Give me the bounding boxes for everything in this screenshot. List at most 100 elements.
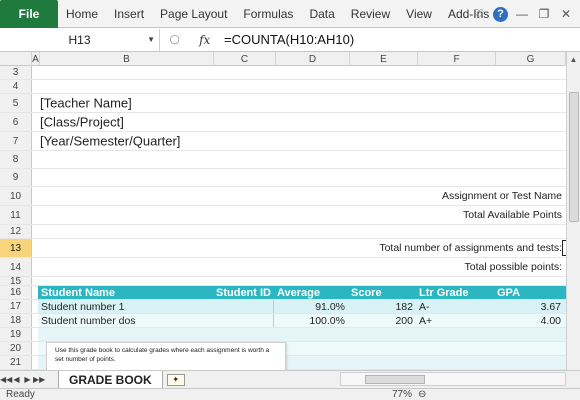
tab-insert[interactable]: Insert bbox=[106, 0, 152, 28]
column-header-b[interactable]: B bbox=[40, 52, 214, 66]
average-cell[interactable]: 91.0% bbox=[274, 300, 348, 313]
letter-grade-cell[interactable]: A- bbox=[416, 300, 494, 313]
scroll-thumb[interactable] bbox=[365, 375, 425, 384]
tab-review[interactable]: Review bbox=[343, 0, 398, 28]
row-header[interactable]: 6 bbox=[0, 113, 32, 131]
tab-view[interactable]: View bbox=[398, 0, 440, 28]
row-header[interactable]: 19 bbox=[0, 328, 32, 341]
prev-sheet-icon[interactable]: ◀ bbox=[11, 375, 22, 384]
close-icon[interactable]: ✕ bbox=[558, 6, 574, 22]
score-cell[interactable]: 182 bbox=[348, 300, 416, 313]
row-header[interactable]: 11 bbox=[0, 206, 32, 224]
column-header-g[interactable]: G bbox=[496, 52, 566, 66]
header-student-id[interactable]: Student ID bbox=[212, 286, 274, 299]
row-header[interactable]: 7 bbox=[0, 132, 32, 150]
gpa-cell[interactable]: 3.67 bbox=[494, 300, 564, 313]
grid-cells[interactable]: Student number 1 91.0% 182 A- 3.67 bbox=[32, 300, 566, 313]
file-tab[interactable]: File bbox=[0, 0, 58, 28]
zoom-level[interactable]: 77% bbox=[392, 389, 412, 400]
row-header[interactable]: 18 bbox=[0, 314, 32, 327]
grid-cells[interactable] bbox=[32, 225, 566, 238]
grid-cells[interactable]: Total Available Points bbox=[32, 206, 566, 224]
row-header[interactable]: 3 bbox=[0, 66, 32, 79]
teacher-name[interactable]: [Teacher Name] bbox=[40, 96, 132, 111]
column-header-d[interactable]: D bbox=[276, 52, 350, 66]
score-cell[interactable]: 200 bbox=[348, 314, 416, 327]
tab-page-layout[interactable]: Page Layout bbox=[152, 0, 235, 28]
row-header[interactable]: 20 bbox=[0, 342, 32, 355]
zoom-out-icon[interactable]: ⊖ bbox=[418, 389, 426, 400]
student-name-cell[interactable]: Student number dos bbox=[38, 314, 212, 327]
name-box[interactable]: H13 ▼ bbox=[0, 28, 160, 51]
grid-row: 3 bbox=[0, 66, 566, 80]
restore-icon[interactable]: ❐ bbox=[536, 6, 552, 22]
grid-cells[interactable]: Total number of assignments and tests: bbox=[32, 239, 566, 257]
tab-formulas[interactable]: Formulas bbox=[235, 0, 301, 28]
select-all-corner[interactable] bbox=[0, 52, 32, 66]
column-header-c[interactable]: C bbox=[214, 52, 276, 66]
header-average[interactable]: Average bbox=[274, 286, 348, 299]
row-header[interactable]: 16 bbox=[0, 286, 32, 299]
student-name-cell[interactable]: Student number 1 bbox=[38, 300, 212, 313]
row-header[interactable]: 12 bbox=[0, 225, 32, 238]
year-semester[interactable]: [Year/Semester/Quarter] bbox=[40, 134, 180, 149]
student-id-cell[interactable] bbox=[212, 314, 274, 327]
row-header[interactable]: 8 bbox=[0, 151, 32, 168]
row-header[interactable]: 17 bbox=[0, 300, 32, 313]
row-header[interactable]: 4 bbox=[0, 80, 32, 93]
help-icon[interactable]: ? bbox=[493, 6, 508, 22]
grid-cells[interactable] bbox=[32, 151, 566, 168]
student-id-cell[interactable] bbox=[212, 300, 274, 313]
scroll-thumb[interactable] bbox=[569, 92, 579, 222]
chevron-down-icon[interactable]: ▼ bbox=[147, 35, 155, 44]
header-ltr-grade[interactable]: Ltr Grade bbox=[416, 286, 494, 299]
grid-cells[interactable] bbox=[32, 66, 566, 79]
row-header[interactable]: 5 bbox=[0, 94, 32, 112]
chevron-down-icon[interactable]: ♡ bbox=[471, 6, 487, 22]
column-header-e[interactable]: E bbox=[350, 52, 418, 66]
grid-cells[interactable]: Student number dos 100.0% 200 A+ 4.00 bbox=[32, 314, 566, 327]
fx-icon[interactable]: fx bbox=[199, 33, 210, 47]
horizontal-scrollbar[interactable] bbox=[340, 372, 566, 386]
row-header[interactable]: 10 bbox=[0, 187, 32, 205]
grid-cells[interactable]: [Class/Project] bbox=[32, 113, 566, 131]
row-header[interactable]: 9 bbox=[0, 169, 32, 186]
grid-cells[interactable]: Assignment or Test Name bbox=[32, 187, 566, 205]
grid-cells[interactable]: [Teacher Name] bbox=[32, 94, 566, 112]
tab-data[interactable]: Data bbox=[301, 0, 342, 28]
last-sheet-icon[interactable]: ▶▶ bbox=[33, 375, 45, 384]
gpa-cell[interactable]: 4.00 bbox=[494, 314, 564, 327]
row-header[interactable]: 21 bbox=[0, 356, 32, 369]
row-header[interactable]: 14 bbox=[0, 258, 32, 276]
tab-home[interactable]: Home bbox=[58, 0, 106, 28]
sheet-tab-grade-book[interactable]: GRADE BOOK bbox=[58, 370, 163, 389]
instruction-note[interactable]: Use this grade book to calculate grades … bbox=[46, 342, 286, 372]
grid-cells[interactable]: Student Name Student ID Average Score Lt… bbox=[32, 286, 566, 299]
average-cell[interactable]: 100.0% bbox=[274, 314, 348, 327]
first-sheet-icon[interactable]: ◀◀ bbox=[0, 375, 12, 384]
minimize-icon[interactable]: — bbox=[514, 6, 530, 22]
grid-cells[interactable]: [Year/Semester/Quarter] bbox=[32, 132, 566, 150]
header-student-name[interactable]: Student Name bbox=[38, 286, 212, 299]
row-header[interactable]: 15 bbox=[0, 276, 32, 287]
column-header-a[interactable]: A bbox=[32, 52, 40, 66]
class-project[interactable]: [Class/Project] bbox=[40, 115, 124, 130]
grid-cells[interactable] bbox=[32, 277, 566, 285]
column-header-f[interactable]: F bbox=[418, 52, 496, 66]
vertical-scrollbar[interactable]: ▲ bbox=[566, 52, 580, 370]
header-gpa[interactable]: GPA bbox=[494, 286, 564, 299]
grid-cells[interactable] bbox=[32, 169, 566, 186]
grid-cells[interactable]: Total possible points: bbox=[32, 258, 566, 276]
expand-icon[interactable]: ◯ bbox=[170, 34, 180, 45]
row-header-selected[interactable]: 13 bbox=[0, 239, 32, 257]
grid-cells[interactable] bbox=[32, 80, 566, 93]
header-score[interactable]: Score bbox=[348, 286, 416, 299]
table-row bbox=[38, 328, 566, 341]
grid-cells[interactable] bbox=[32, 328, 566, 341]
letter-grade-cell[interactable]: A+ bbox=[416, 314, 494, 327]
spreadsheet-grid[interactable]: 3 4 5 [Teacher Name] 6 [Class/Project] 7 [Y… bbox=[0, 66, 566, 370]
scroll-up-icon[interactable]: ▲ bbox=[567, 52, 580, 66]
formula-input[interactable]: =COUNTA(H10:AH10) bbox=[220, 32, 580, 47]
insert-sheet-icon[interactable]: ✦ bbox=[166, 373, 185, 386]
next-sheet-icon[interactable]: ▶ bbox=[22, 375, 33, 384]
